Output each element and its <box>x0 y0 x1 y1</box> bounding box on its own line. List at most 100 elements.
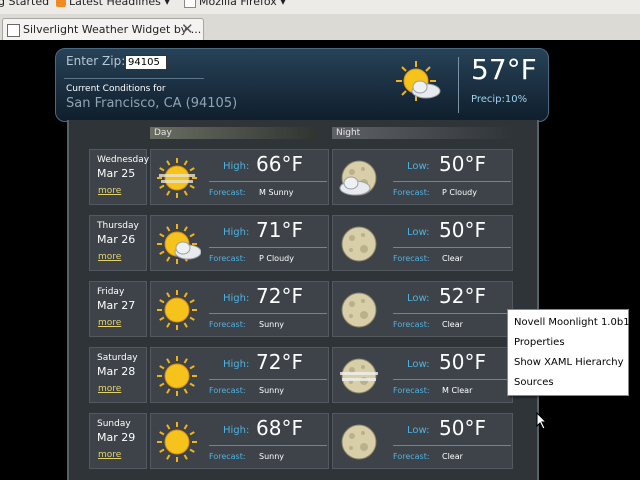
day-forecast-text: Sunny <box>259 386 285 395</box>
close-tab-icon[interactable]: ✕ <box>181 20 194 38</box>
night-forecast-text: Clear <box>442 452 463 461</box>
day-forecast-text: Sunny <box>259 452 285 461</box>
day-column-header: Day <box>150 127 318 139</box>
context-menu: Novell Moonlight 1.0b1 Properties Show X… <box>507 309 630 396</box>
tab-title: Silverlight Weather Widget by ... <box>23 23 202 36</box>
date-cell: Friday Mar 27 more <box>89 281 147 337</box>
high-label: High: <box>223 359 250 370</box>
date-cell: Sunday Mar 29 more <box>89 413 147 469</box>
low-label: Low: <box>407 227 430 238</box>
low-temperature: 50°F <box>439 152 486 176</box>
forecast-row: Thursday Mar 26 more High: 71°F Forecast: P Cl… <box>89 215 513 271</box>
current-conditions-header: Enter Zip: Current Conditions for San Fr… <box>55 48 549 122</box>
forecast-label: Forecast: <box>393 254 430 263</box>
date-text: Mar 26 <box>97 233 136 246</box>
high-temperature: 72°F <box>256 284 303 308</box>
day-of-week: Saturday <box>97 353 138 363</box>
forecast-row: Saturday Mar 28 more High: 72°F Forecast: Sunn… <box>89 347 513 403</box>
bookmark-mozilla-firefox[interactable]: Mozilla Firefox ▾ <box>184 0 286 8</box>
moon-cloud-icon <box>339 160 377 196</box>
date-text: Mar 27 <box>97 299 136 312</box>
divider <box>209 379 327 380</box>
menu-item-sources[interactable]: Sources <box>514 377 554 388</box>
moon-icon <box>341 292 377 328</box>
more-link[interactable]: more <box>98 450 121 460</box>
forecast-row: Sunday Mar 29 more High: 68°F Forecast: Sunny L… <box>89 413 513 469</box>
location-text: San Francisco, CA (94105) <box>66 96 238 111</box>
forecast-label: Forecast: <box>393 452 430 461</box>
sun-cloud-icon <box>157 224 201 264</box>
day-of-week: Wednesday <box>97 155 150 165</box>
date-cell: Thursday Mar 26 more <box>89 215 147 271</box>
day-of-week: Friday <box>97 287 125 297</box>
divider <box>458 57 459 113</box>
low-temperature: 52°F <box>439 284 486 308</box>
forecast-label: Forecast: <box>209 320 246 329</box>
more-link[interactable]: more <box>98 252 121 262</box>
divider <box>209 247 327 248</box>
divider <box>393 379 511 380</box>
divider <box>209 181 327 182</box>
night-forecast-cell: Low: 50°F Forecast: Clear <box>332 413 513 469</box>
date-cell: Wednesday Mar 25 more <box>89 149 150 205</box>
day-forecast-cell: High: 68°F Forecast: Sunny <box>150 413 329 469</box>
date-cell: Saturday Mar 28 more <box>89 347 147 403</box>
day-forecast-cell: High: 66°F Forecast: M Sunny <box>150 149 329 205</box>
current-temperature: 57°F <box>471 53 537 86</box>
low-label: Low: <box>407 161 430 172</box>
low-label: Low: <box>407 293 430 304</box>
sun-icon <box>157 290 197 330</box>
moon-icon <box>341 226 377 262</box>
high-label: High: <box>223 293 250 304</box>
low-temperature: 50°F <box>439 350 486 374</box>
moon-haze-icon <box>340 358 378 394</box>
menu-item-moonlight[interactable]: Novell Moonlight 1.0b1 <box>514 317 630 328</box>
bookmark-getting-started[interactable]: g Started <box>0 0 49 8</box>
divider <box>209 445 327 446</box>
tab-bar: Silverlight Weather Widget by ... ✕ <box>0 14 640 41</box>
forecast-label: Forecast: <box>209 254 246 263</box>
high-label: High: <box>223 227 250 238</box>
moon-icon <box>341 424 377 460</box>
zip-input[interactable] <box>125 55 167 70</box>
more-link[interactable]: more <box>98 318 121 328</box>
night-forecast-cell: Low: 50°F Forecast: M Clear <box>332 347 513 403</box>
precipitation-text: Precip:10% <box>471 94 528 105</box>
high-temperature: 72°F <box>256 350 303 374</box>
day-forecast-cell: High: 72°F Forecast: Sunny <box>150 347 329 403</box>
forecast-label: Forecast: <box>393 188 430 197</box>
forecast-row: Wednesday Mar 25 more High: 66°F Forecast: M S… <box>89 149 513 205</box>
high-temperature: 66°F <box>256 152 303 176</box>
more-link[interactable]: more <box>98 186 121 196</box>
night-forecast-cell: Low: 50°F Forecast: P Cloudy <box>332 149 513 205</box>
menu-item-show-xaml-hierarchy[interactable]: Show XAML Hierarchy <box>514 357 624 368</box>
sun-cloud-icon <box>396 61 441 101</box>
day-forecast-cell: High: 72°F Forecast: Sunny <box>150 281 329 337</box>
night-column-header: Night <box>332 127 514 139</box>
sun-haze-icon <box>157 158 197 198</box>
forecast-label: Forecast: <box>209 452 246 461</box>
day-of-week: Thursday <box>97 221 139 231</box>
more-link[interactable]: more <box>98 384 121 394</box>
sun-icon <box>157 356 197 396</box>
menu-item-properties[interactable]: Properties <box>514 337 565 348</box>
low-temperature: 50°F <box>439 218 486 242</box>
forecast-label: Forecast: <box>209 386 246 395</box>
low-label: Low: <box>407 425 430 436</box>
divider <box>209 313 327 314</box>
day-of-week: Sunday <box>97 419 131 429</box>
forecast-label: Forecast: <box>209 188 246 197</box>
tab-weather-widget[interactable]: Silverlight Weather Widget by ... ✕ <box>2 18 204 41</box>
forecast-label: Forecast: <box>393 320 430 329</box>
divider <box>393 247 511 248</box>
zip-label: Enter Zip: <box>66 54 126 68</box>
precipitation-value: 10% <box>504 94 528 105</box>
divider <box>64 78 204 79</box>
high-temperature: 68°F <box>256 416 303 440</box>
date-text: Mar 28 <box>97 365 136 378</box>
night-forecast-cell: Low: 52°F Forecast: Clear <box>332 281 513 337</box>
high-label: High: <box>223 425 250 436</box>
divider <box>393 445 511 446</box>
night-forecast-text: P Cloudy <box>442 188 477 197</box>
bookmark-latest-headlines[interactable]: Latest Headlines ▾ <box>56 0 170 8</box>
